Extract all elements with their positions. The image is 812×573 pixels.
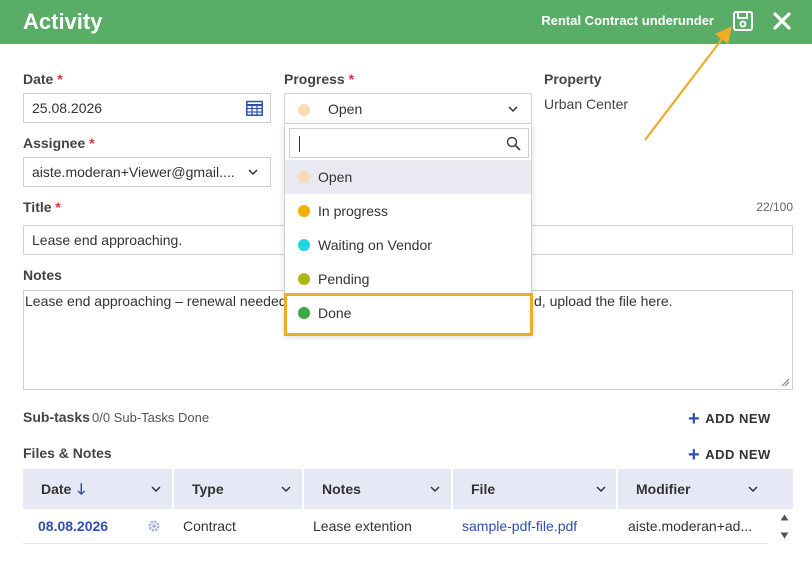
files-notes-label: Files & Notes: [23, 445, 112, 461]
add-subtask-label: ADD NEW: [705, 411, 771, 426]
column-header-date[interactable]: Date 🡓: [23, 469, 172, 509]
progress-value: Open: [328, 101, 363, 117]
subtasks-label: Sub-tasks: [23, 409, 90, 425]
assignee-label-text: Assignee: [23, 135, 86, 151]
column-date-label: Date: [41, 481, 72, 497]
annotation-arrow-icon: [644, 26, 732, 141]
chevron-down-icon[interactable]: [748, 484, 758, 494]
chevron-down-icon[interactable]: [281, 484, 291, 494]
option-open[interactable]: Open: [285, 160, 531, 194]
table-row[interactable]: 08.08.2026 Contract Lease extention samp…: [23, 510, 768, 544]
column-notes-label: Notes: [322, 481, 361, 497]
highlight-done-option: [284, 293, 533, 336]
row-modifier: aiste.moderan+ad...: [628, 518, 753, 534]
gear-icon[interactable]: [147, 519, 161, 533]
status-dot: [298, 171, 310, 183]
scroll-up-icon[interactable]: [780, 514, 789, 521]
date-field[interactable]: 25.08.2026: [23, 93, 271, 123]
calendar-icon[interactable]: [246, 100, 263, 116]
option-pending[interactable]: Pending: [285, 262, 531, 296]
assignee-label: Assignee *: [23, 135, 95, 151]
text-cursor: [299, 136, 300, 152]
row-type: Contract: [183, 518, 236, 534]
date-label-text: Date: [23, 71, 54, 87]
add-file-button[interactable]: + ADD NEW: [688, 444, 771, 467]
progress-status-dot: [298, 104, 310, 116]
column-type-label: Type: [192, 481, 224, 497]
add-file-label: ADD NEW: [705, 447, 771, 462]
option-label: Open: [318, 169, 353, 185]
column-header-modifier[interactable]: Modifier: [618, 469, 793, 509]
close-icon[interactable]: [771, 10, 793, 32]
option-waiting-on-vendor[interactable]: Waiting on Vendor: [285, 228, 531, 262]
notes-label: Notes: [23, 267, 62, 283]
assignee-select[interactable]: aiste.moderan+Viewer@gmail....: [23, 157, 271, 187]
status-dot: [298, 239, 310, 251]
notes-value: Lease end approaching – renewal needed.: [25, 293, 291, 309]
notes-value-tail: d, upload the file here.: [534, 293, 673, 309]
date-label: Date *: [23, 71, 63, 87]
progress-label: Progress *: [284, 71, 354, 87]
option-label: Pending: [318, 271, 370, 287]
chevron-up-icon[interactable]: [508, 104, 518, 114]
option-in-progress[interactable]: In progress: [285, 194, 531, 228]
required-marker: *: [55, 199, 61, 215]
sort-down-icon[interactable]: 🡓: [77, 481, 85, 498]
status-dot: [298, 205, 310, 217]
add-subtask-button[interactable]: + ADD NEW: [688, 408, 771, 431]
status-dot: [298, 273, 310, 285]
option-label: In progress: [318, 203, 389, 219]
progress-select[interactable]: Open: [284, 93, 532, 124]
chevron-down-icon[interactable]: [596, 484, 606, 494]
plus-icon: +: [688, 408, 701, 430]
row-notes: Lease extention: [313, 518, 412, 534]
option-label: Waiting on Vendor: [318, 237, 432, 253]
context-type: Rental Contract: [541, 13, 639, 28]
chevron-down-icon[interactable]: [430, 484, 440, 494]
required-marker: *: [89, 135, 95, 151]
title-label-text: Title: [23, 199, 52, 215]
search-icon: [506, 136, 521, 151]
scroll-down-icon[interactable]: [780, 532, 789, 539]
row-file-link[interactable]: sample-pdf-file.pdf: [462, 518, 577, 534]
resize-handle-icon[interactable]: [781, 378, 790, 387]
plus-icon: +: [688, 444, 701, 466]
subtasks-count: 0/0 Sub-Tasks Done: [92, 410, 210, 425]
column-header-file[interactable]: File: [453, 469, 616, 509]
assignee-value: aiste.moderan+Viewer@gmail....: [32, 164, 235, 180]
row-date[interactable]: 08.08.2026: [38, 518, 108, 534]
required-marker: *: [57, 71, 63, 87]
chevron-down-icon[interactable]: [248, 167, 258, 177]
column-header-type[interactable]: Type: [174, 469, 302, 509]
required-marker: *: [348, 71, 355, 87]
property-label: Property: [544, 71, 602, 87]
files-table-header: Date 🡓 Type Notes File Modifier: [23, 469, 793, 509]
column-modifier-label: Modifier: [636, 481, 691, 497]
title-char-counter: 22/100: [756, 200, 793, 214]
dropdown-search-input[interactable]: [289, 128, 529, 158]
title-label: Title *: [23, 199, 61, 215]
page-title: Activity: [23, 9, 103, 34]
column-header-notes[interactable]: Notes: [304, 469, 451, 509]
date-value: 25.08.2026: [32, 100, 103, 116]
chevron-down-icon[interactable]: [151, 484, 161, 494]
column-file-label: File: [471, 481, 496, 497]
property-value: Urban Center: [544, 96, 629, 112]
progress-label-text: Progress: [284, 71, 345, 87]
title-value: Lease end approaching.: [32, 232, 183, 248]
